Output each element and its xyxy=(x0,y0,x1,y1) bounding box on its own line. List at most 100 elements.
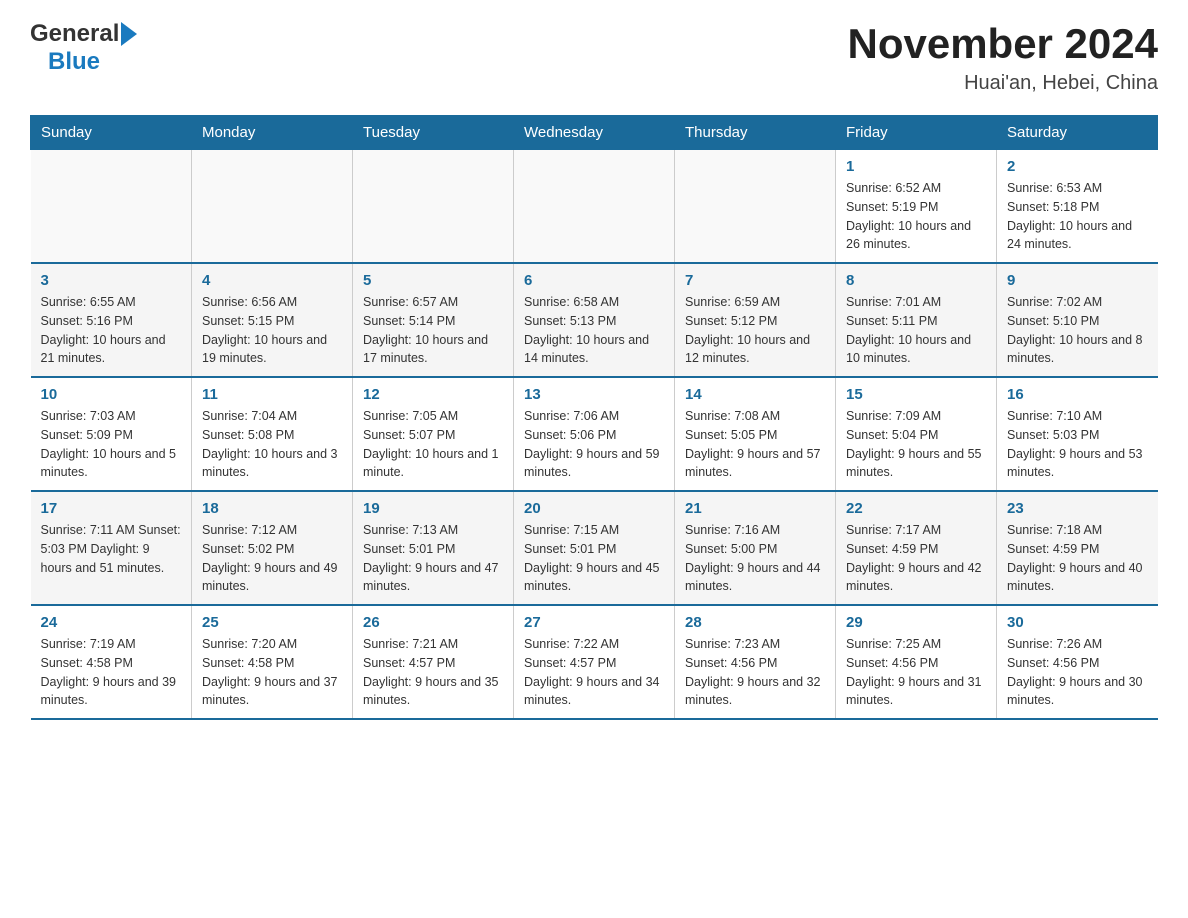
day-cell xyxy=(353,150,514,264)
header-row: SundayMondayTuesdayWednesdayThursdayFrid… xyxy=(31,116,1158,150)
day-info: Sunrise: 7:08 AM Sunset: 5:05 PM Dayligh… xyxy=(685,407,825,482)
logo: General Blue xyxy=(30,20,137,76)
logo-general-text: General xyxy=(30,20,119,48)
page-subtitle: Huai'an, Hebei, China xyxy=(847,72,1158,95)
day-cell: 19 Sunrise: 7:13 AM Sunset: 5:01 PM Dayli… xyxy=(353,491,514,605)
day-cell: 11 Sunrise: 7:04 AM Sunset: 5:08 PM Dayli… xyxy=(192,377,353,491)
day-number: 12 xyxy=(363,386,503,403)
day-number: 26 xyxy=(363,614,503,631)
day-info: Sunrise: 7:17 AM Sunset: 4:59 PM Dayligh… xyxy=(846,521,986,596)
day-info: Sunrise: 7:01 AM Sunset: 5:11 PM Dayligh… xyxy=(846,293,986,368)
page-header: General Blue November 2024 Huai'an, Hebe… xyxy=(30,20,1158,95)
day-cell: 7 Sunrise: 6:59 AM Sunset: 5:12 PM Daylig… xyxy=(675,263,836,377)
day-info: Sunrise: 7:19 AM Sunset: 4:58 PM Dayligh… xyxy=(41,635,182,710)
day-cell: 12 Sunrise: 7:05 AM Sunset: 5:07 PM Dayli… xyxy=(353,377,514,491)
day-cell: 14 Sunrise: 7:08 AM Sunset: 5:05 PM Dayli… xyxy=(675,377,836,491)
day-cell xyxy=(514,150,675,264)
day-number: 13 xyxy=(524,386,664,403)
page-title: November 2024 xyxy=(847,20,1158,68)
day-info: Sunrise: 7:13 AM Sunset: 5:01 PM Dayligh… xyxy=(363,521,503,596)
day-cell: 3 Sunrise: 6:55 AM Sunset: 5:16 PM Daylig… xyxy=(31,263,192,377)
day-number: 27 xyxy=(524,614,664,631)
day-cell: 18Sunrise: 7:12 AM Sunset: 5:02 PM Dayli… xyxy=(192,491,353,605)
day-cell: 4 Sunrise: 6:56 AM Sunset: 5:15 PM Daylig… xyxy=(192,263,353,377)
day-number: 21 xyxy=(685,500,825,517)
day-number: 19 xyxy=(363,500,503,517)
day-number: 10 xyxy=(41,386,182,403)
day-number: 7 xyxy=(685,272,825,289)
day-number: 23 xyxy=(1007,500,1148,517)
day-cell: 28 Sunrise: 7:23 AM Sunset: 4:56 PM Dayli… xyxy=(675,605,836,719)
day-info: Sunrise: 7:03 AM Sunset: 5:09 PM Dayligh… xyxy=(41,407,182,482)
day-cell: 2Sunrise: 6:53 AM Sunset: 5:18 PM Daylig… xyxy=(997,150,1158,264)
day-number: 28 xyxy=(685,614,825,631)
day-number: 9 xyxy=(1007,272,1148,289)
logo-arrow-icon xyxy=(121,22,137,46)
day-cell: 24Sunrise: 7:19 AM Sunset: 4:58 PM Dayli… xyxy=(31,605,192,719)
day-number: 3 xyxy=(41,272,182,289)
day-number: 14 xyxy=(685,386,825,403)
day-info: Sunrise: 6:58 AM Sunset: 5:13 PM Dayligh… xyxy=(524,293,664,368)
day-info: Sunrise: 7:10 AM Sunset: 5:03 PM Dayligh… xyxy=(1007,407,1148,482)
day-info: Sunrise: 6:52 AM Sunset: 5:19 PM Dayligh… xyxy=(846,179,986,254)
day-info: Sunrise: 7:18 AM Sunset: 4:59 PM Dayligh… xyxy=(1007,521,1148,596)
day-number: 17 xyxy=(41,500,182,517)
day-number: 6 xyxy=(524,272,664,289)
week-row-3: 10 Sunrise: 7:03 AM Sunset: 5:09 PM Dayli… xyxy=(31,377,1158,491)
day-info: Sunrise: 7:23 AM Sunset: 4:56 PM Dayligh… xyxy=(685,635,825,710)
day-number: 15 xyxy=(846,386,986,403)
day-number: 8 xyxy=(846,272,986,289)
day-cell: 27 Sunrise: 7:22 AM Sunset: 4:57 PM Dayli… xyxy=(514,605,675,719)
logo-blue-text: Blue xyxy=(48,48,100,75)
day-info: Sunrise: 6:55 AM Sunset: 5:16 PM Dayligh… xyxy=(41,293,182,368)
day-number: 5 xyxy=(363,272,503,289)
day-cell: 20 Sunrise: 7:15 AM Sunset: 5:01 PM Dayli… xyxy=(514,491,675,605)
day-number: 18 xyxy=(202,500,342,517)
header-cell-friday: Friday xyxy=(836,116,997,150)
day-cell: 1 Sunrise: 6:52 AM Sunset: 5:19 PM Daylig… xyxy=(836,150,997,264)
day-info: Sunrise: 7:20 AM Sunset: 4:58 PM Dayligh… xyxy=(202,635,342,710)
day-info: Sunrise: 7:05 AM Sunset: 5:07 PM Dayligh… xyxy=(363,407,503,482)
day-info: Sunrise: 6:59 AM Sunset: 5:12 PM Dayligh… xyxy=(685,293,825,368)
day-cell: 26 Sunrise: 7:21 AM Sunset: 4:57 PM Dayli… xyxy=(353,605,514,719)
header-cell-monday: Monday xyxy=(192,116,353,150)
day-info: Sunrise: 7:15 AM Sunset: 5:01 PM Dayligh… xyxy=(524,521,664,596)
day-info: Sunrise: 7:25 AM Sunset: 4:56 PM Dayligh… xyxy=(846,635,986,710)
day-number: 20 xyxy=(524,500,664,517)
day-number: 22 xyxy=(846,500,986,517)
day-cell: 5 Sunrise: 6:57 AM Sunset: 5:14 PM Daylig… xyxy=(353,263,514,377)
day-info: Sunrise: 7:22 AM Sunset: 4:57 PM Dayligh… xyxy=(524,635,664,710)
day-cell: 25 Sunrise: 7:20 AM Sunset: 4:58 PM Dayli… xyxy=(192,605,353,719)
day-cell: 21Sunrise: 7:16 AM Sunset: 5:00 PM Dayli… xyxy=(675,491,836,605)
day-info: Sunrise: 7:26 AM Sunset: 4:56 PM Dayligh… xyxy=(1007,635,1148,710)
week-row-5: 24Sunrise: 7:19 AM Sunset: 4:58 PM Dayli… xyxy=(31,605,1158,719)
header-cell-tuesday: Tuesday xyxy=(353,116,514,150)
day-cell xyxy=(31,150,192,264)
day-cell: 23 Sunrise: 7:18 AM Sunset: 4:59 PM Dayli… xyxy=(997,491,1158,605)
header-cell-sunday: Sunday xyxy=(31,116,192,150)
day-info: Sunrise: 6:56 AM Sunset: 5:15 PM Dayligh… xyxy=(202,293,342,368)
day-cell: 13 Sunrise: 7:06 AM Sunset: 5:06 PM Dayli… xyxy=(514,377,675,491)
day-cell: 16 Sunrise: 7:10 AM Sunset: 5:03 PM Dayli… xyxy=(997,377,1158,491)
day-info: Sunrise: 6:57 AM Sunset: 5:14 PM Dayligh… xyxy=(363,293,503,368)
day-info: Sunrise: 7:21 AM Sunset: 4:57 PM Dayligh… xyxy=(363,635,503,710)
day-info: Sunrise: 7:06 AM Sunset: 5:06 PM Dayligh… xyxy=(524,407,664,482)
day-cell: 17Sunrise: 7:11 AM Sunset: 5:03 PM Dayli… xyxy=(31,491,192,605)
header-cell-saturday: Saturday xyxy=(997,116,1158,150)
day-info: Sunrise: 7:09 AM Sunset: 5:04 PM Dayligh… xyxy=(846,407,986,482)
day-number: 11 xyxy=(202,386,342,403)
day-number: 1 xyxy=(846,158,986,175)
header-cell-wednesday: Wednesday xyxy=(514,116,675,150)
day-number: 4 xyxy=(202,272,342,289)
day-info: Sunrise: 7:02 AM Sunset: 5:10 PM Dayligh… xyxy=(1007,293,1148,368)
day-cell: 30Sunrise: 7:26 AM Sunset: 4:56 PM Dayli… xyxy=(997,605,1158,719)
day-number: 16 xyxy=(1007,386,1148,403)
week-row-2: 3 Sunrise: 6:55 AM Sunset: 5:16 PM Daylig… xyxy=(31,263,1158,377)
day-info: Sunrise: 7:04 AM Sunset: 5:08 PM Dayligh… xyxy=(202,407,342,482)
day-cell: 6 Sunrise: 6:58 AM Sunset: 5:13 PM Daylig… xyxy=(514,263,675,377)
day-number: 25 xyxy=(202,614,342,631)
day-cell: 15 Sunrise: 7:09 AM Sunset: 5:04 PM Dayli… xyxy=(836,377,997,491)
day-cell: 10 Sunrise: 7:03 AM Sunset: 5:09 PM Dayli… xyxy=(31,377,192,491)
day-cell: 29Sunrise: 7:25 AM Sunset: 4:56 PM Dayli… xyxy=(836,605,997,719)
day-cell xyxy=(192,150,353,264)
